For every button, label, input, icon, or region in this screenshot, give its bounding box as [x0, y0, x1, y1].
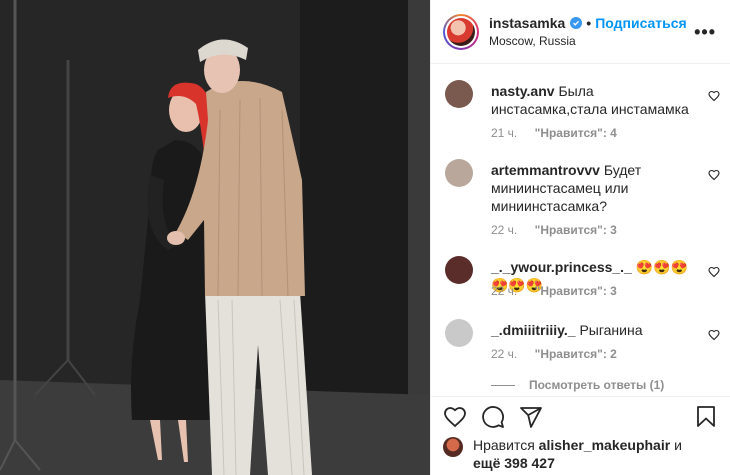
liker-avatar[interactable] — [443, 437, 463, 457]
post-sidebar: instasamka • Подписаться Moscow, Russia … — [430, 0, 730, 475]
comment-text-block: _.dmiiitriiiy._ Рыганина — [491, 321, 696, 339]
likes-prefix: Нравится — [473, 437, 535, 453]
view-replies-button[interactable]: Посмотреть ответы (1) — [491, 378, 664, 392]
action-bar — [431, 396, 730, 437]
comments-list[interactable]: nasty.anv Была инстасамка,стала инстамам… — [431, 64, 730, 396]
comment-avatar[interactable] — [445, 80, 473, 108]
comment-username[interactable]: artemmantrovvv — [491, 162, 600, 178]
separator-dot: • — [586, 15, 592, 31]
liker-username[interactable]: alisher_makeuphair — [539, 437, 671, 453]
comment-time[interactable]: 22 ч. — [491, 347, 517, 361]
instagram-post: instasamka • Подписаться Moscow, Russia … — [0, 0, 730, 475]
likes-summary: Нравится alisher_makeuphair и ещё 398 42… — [443, 436, 718, 472]
comment-text: Рыганина — [579, 322, 643, 338]
comment-likes[interactable]: "Нравится": 3 — [535, 284, 617, 298]
heart-icon[interactable] — [708, 169, 720, 181]
comment-time[interactable]: 22 ч. — [491, 223, 517, 237]
bookmark-icon[interactable] — [694, 405, 718, 429]
comment-likes[interactable]: "Нравится": 2 — [535, 347, 617, 361]
photo-illustration — [0, 0, 430, 475]
author-avatar[interactable] — [443, 13, 479, 50]
comment-time[interactable]: 21 ч. — [491, 126, 517, 140]
comment-likes[interactable]: "Нравится": 4 — [535, 126, 617, 140]
verified-icon — [570, 17, 583, 29]
likes-count[interactable]: ещё 398 427 — [473, 455, 555, 471]
comment-text-block: artemmantrovvv Будет миниинстасамец или … — [491, 161, 696, 215]
comment-username[interactable]: _._ywour.princess_._ — [491, 259, 632, 275]
heart-icon[interactable] — [708, 266, 720, 278]
author-info: instasamka • Подписаться Moscow, Russia — [489, 15, 694, 48]
heart-icon[interactable] — [708, 90, 720, 102]
follow-button[interactable]: Подписаться — [595, 15, 687, 31]
comment-username[interactable]: nasty.anv — [491, 83, 555, 99]
heart-icon[interactable] — [708, 329, 720, 341]
comment-meta: 22 ч. "Нравится": 2 — [491, 347, 631, 361]
post-location[interactable]: Moscow, Russia — [489, 34, 694, 48]
comment-avatar[interactable] — [445, 159, 473, 187]
likes-text: Нравится alisher_makeuphair и ещё 398 42… — [473, 436, 682, 472]
view-replies-label: Посмотреть ответы (1) — [529, 378, 665, 392]
comment-icon[interactable] — [481, 405, 505, 429]
likes-conj: и — [674, 437, 682, 453]
replies-divider-line — [491, 384, 515, 386]
more-options-button[interactable]: ••• — [694, 23, 716, 41]
share-icon[interactable] — [519, 405, 543, 429]
comment-meta: 22 ч. "Нравится": 3 — [491, 284, 631, 298]
comment-username[interactable]: _.dmiiitriiiy._ — [491, 322, 576, 338]
author-username[interactable]: instasamka — [489, 15, 565, 31]
comment-meta: 22 ч. "Нравится": 3 — [491, 223, 631, 237]
comment-likes[interactable]: "Нравится": 3 — [535, 223, 617, 237]
comment-avatar[interactable] — [445, 256, 473, 284]
comment-meta: 21 ч. "Нравится": 4 — [491, 126, 631, 140]
comment-text-block: nasty.anv Была инстасамка,стала инстамам… — [491, 82, 696, 118]
post-header: instasamka • Подписаться Moscow, Russia … — [431, 0, 730, 64]
like-heart-icon[interactable] — [443, 405, 467, 429]
post-photo[interactable] — [0, 0, 430, 475]
comment-avatar[interactable] — [445, 319, 473, 347]
comment-time[interactable]: 22 ч. — [491, 284, 517, 298]
